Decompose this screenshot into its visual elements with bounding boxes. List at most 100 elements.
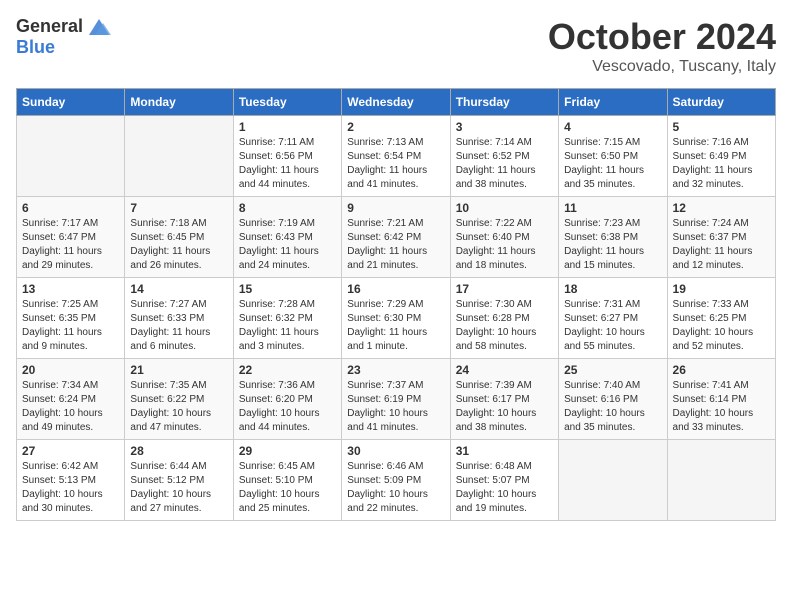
calendar-cell: 10Sunrise: 7:22 AMSunset: 6:40 PMDayligh… <box>450 197 558 278</box>
day-number: 4 <box>564 120 661 134</box>
day-info: Sunrise: 7:13 AMSunset: 6:54 PMDaylight:… <box>347 136 444 192</box>
calendar-header-row: SundayMondayTuesdayWednesdayThursdayFrid… <box>17 89 776 116</box>
logo-icon <box>85 17 113 37</box>
day-number: 7 <box>130 201 227 215</box>
day-number: 23 <box>347 363 444 377</box>
day-number: 26 <box>673 363 770 377</box>
day-info: Sunrise: 7:19 AMSunset: 6:43 PMDaylight:… <box>239 217 336 273</box>
day-header-monday: Monday <box>125 89 233 116</box>
logo: General Blue <box>16 16 113 58</box>
day-info: Sunrise: 7:15 AMSunset: 6:50 PMDaylight:… <box>564 136 661 192</box>
calendar-week-row: 13 Sunrise: 7:25 AMSunset: 6:35 PMDayligh… <box>17 278 776 359</box>
day-info: Sunrise: 7:16 AMSunset: 6:49 PMDaylight:… <box>673 136 770 192</box>
day-info: Sunrise: 7:30 AMSunset: 6:28 PMDaylight:… <box>456 298 553 354</box>
day-number: 17 <box>456 282 553 296</box>
calendar-week-row: 1 Sunrise: 7:11 AMSunset: 6:56 PMDaylight… <box>17 116 776 197</box>
day-number: 14 <box>130 282 227 296</box>
day-info: Sunrise: 7:31 AMSunset: 6:27 PMDaylight:… <box>564 298 661 354</box>
calendar-cell: 19Sunrise: 7:33 AMSunset: 6:25 PMDayligh… <box>667 278 775 359</box>
day-info: Sunrise: 7:24 AMSunset: 6:37 PMDaylight:… <box>673 217 770 273</box>
calendar-table: SundayMondayTuesdayWednesdayThursdayFrid… <box>16 88 776 521</box>
calendar-cell: 22 Sunrise: 7:36 AMSunset: 6:20 PMDayligh… <box>233 359 341 440</box>
day-info: Sunrise: 7:11 AMSunset: 6:56 PMDaylight:… <box>239 136 336 192</box>
day-info: Sunrise: 6:46 AMSunset: 5:09 PMDaylight:… <box>347 460 444 516</box>
day-info: Sunrise: 7:23 AMSunset: 6:38 PMDaylight:… <box>564 217 661 273</box>
calendar-cell: 9 Sunrise: 7:21 AMSunset: 6:42 PMDaylight… <box>342 197 450 278</box>
calendar-cell: 4 Sunrise: 7:15 AMSunset: 6:50 PMDaylight… <box>559 116 667 197</box>
month-title: October 2024 <box>548 16 776 58</box>
day-number: 25 <box>564 363 661 377</box>
title-block: October 2024 Vescovado, Tuscany, Italy <box>548 16 776 76</box>
calendar-cell: 31Sunrise: 6:48 AMSunset: 5:07 PMDayligh… <box>450 440 558 521</box>
day-number: 18 <box>564 282 661 296</box>
day-info: Sunrise: 7:40 AMSunset: 6:16 PMDaylight:… <box>564 379 661 435</box>
day-number: 10 <box>456 201 553 215</box>
day-info: Sunrise: 7:25 AMSunset: 6:35 PMDaylight:… <box>22 298 119 354</box>
logo-general-text: General <box>16 16 83 37</box>
calendar-cell: 16Sunrise: 7:29 AMSunset: 6:30 PMDayligh… <box>342 278 450 359</box>
day-number: 30 <box>347 444 444 458</box>
day-info: Sunrise: 7:41 AMSunset: 6:14 PMDaylight:… <box>673 379 770 435</box>
day-number: 11 <box>564 201 661 215</box>
day-info: Sunrise: 7:34 AMSunset: 6:24 PMDaylight:… <box>22 379 119 435</box>
day-number: 22 <box>239 363 336 377</box>
day-header-wednesday: Wednesday <box>342 89 450 116</box>
day-number: 1 <box>239 120 336 134</box>
calendar-cell: 15Sunrise: 7:28 AMSunset: 6:32 PMDayligh… <box>233 278 341 359</box>
day-info: Sunrise: 7:27 AMSunset: 6:33 PMDaylight:… <box>130 298 227 354</box>
day-info: Sunrise: 7:36 AMSunset: 6:20 PMDaylight:… <box>239 379 336 435</box>
day-info: Sunrise: 7:35 AMSunset: 6:22 PMDaylight:… <box>130 379 227 435</box>
calendar-cell: 27Sunrise: 6:42 AMSunset: 5:13 PMDayligh… <box>17 440 125 521</box>
day-number: 9 <box>347 201 444 215</box>
calendar-cell: 14 Sunrise: 7:27 AMSunset: 6:33 PMDayligh… <box>125 278 233 359</box>
day-info: Sunrise: 7:18 AMSunset: 6:45 PMDaylight:… <box>130 217 227 273</box>
day-number: 2 <box>347 120 444 134</box>
day-number: 16 <box>347 282 444 296</box>
calendar-cell: 11 Sunrise: 7:23 AMSunset: 6:38 PMDayligh… <box>559 197 667 278</box>
calendar-cell: 1 Sunrise: 7:11 AMSunset: 6:56 PMDaylight… <box>233 116 341 197</box>
calendar-cell: 18 Sunrise: 7:31 AMSunset: 6:27 PMDayligh… <box>559 278 667 359</box>
calendar-cell: 8 Sunrise: 7:19 AMSunset: 6:43 PMDaylight… <box>233 197 341 278</box>
calendar-cell: 29 Sunrise: 6:45 AMSunset: 5:10 PMDayligh… <box>233 440 341 521</box>
calendar-cell: 28Sunrise: 6:44 AMSunset: 5:12 PMDayligh… <box>125 440 233 521</box>
calendar-cell: 17 Sunrise: 7:30 AMSunset: 6:28 PMDayligh… <box>450 278 558 359</box>
calendar-cell: 6Sunrise: 7:17 AMSunset: 6:47 PMDaylight… <box>17 197 125 278</box>
day-number: 5 <box>673 120 770 134</box>
day-header-sunday: Sunday <box>17 89 125 116</box>
day-number: 15 <box>239 282 336 296</box>
calendar-cell: 23 Sunrise: 7:37 AMSunset: 6:19 PMDayligh… <box>342 359 450 440</box>
day-info: Sunrise: 7:37 AMSunset: 6:19 PMDaylight:… <box>347 379 444 435</box>
location: Vescovado, Tuscany, Italy <box>548 58 776 76</box>
day-number: 13 <box>22 282 119 296</box>
day-number: 6 <box>22 201 119 215</box>
day-number: 24 <box>456 363 553 377</box>
day-header-friday: Friday <box>559 89 667 116</box>
day-number: 19 <box>673 282 770 296</box>
day-number: 3 <box>456 120 553 134</box>
calendar-cell: 30 Sunrise: 6:46 AMSunset: 5:09 PMDayligh… <box>342 440 450 521</box>
calendar-cell: 25 Sunrise: 7:40 AMSunset: 6:16 PMDayligh… <box>559 359 667 440</box>
calendar-cell: 5 Sunrise: 7:16 AMSunset: 6:49 PMDaylight… <box>667 116 775 197</box>
day-info: Sunrise: 7:39 AMSunset: 6:17 PMDaylight:… <box>456 379 553 435</box>
page-header: General Blue October 2024 Vescovado, Tus… <box>16 16 776 76</box>
day-number: 29 <box>239 444 336 458</box>
calendar-cell: 7 Sunrise: 7:18 AMSunset: 6:45 PMDaylight… <box>125 197 233 278</box>
calendar-week-row: 20Sunrise: 7:34 AMSunset: 6:24 PMDayligh… <box>17 359 776 440</box>
calendar-cell <box>559 440 667 521</box>
calendar-cell: 24 Sunrise: 7:39 AMSunset: 6:17 PMDayligh… <box>450 359 558 440</box>
day-info: Sunrise: 7:21 AMSunset: 6:42 PMDaylight:… <box>347 217 444 273</box>
calendar-cell <box>667 440 775 521</box>
calendar-cell: 26 Sunrise: 7:41 AMSunset: 6:14 PMDayligh… <box>667 359 775 440</box>
day-info: Sunrise: 7:14 AMSunset: 6:52 PMDaylight:… <box>456 136 553 192</box>
calendar-cell: 20Sunrise: 7:34 AMSunset: 6:24 PMDayligh… <box>17 359 125 440</box>
day-number: 8 <box>239 201 336 215</box>
calendar-cell: 3 Sunrise: 7:14 AMSunset: 6:52 PMDaylight… <box>450 116 558 197</box>
calendar-cell: 12Sunrise: 7:24 AMSunset: 6:37 PMDayligh… <box>667 197 775 278</box>
day-number: 28 <box>130 444 227 458</box>
day-info: Sunrise: 6:45 AMSunset: 5:10 PMDaylight:… <box>239 460 336 516</box>
calendar-cell: 13 Sunrise: 7:25 AMSunset: 6:35 PMDayligh… <box>17 278 125 359</box>
day-header-tuesday: Tuesday <box>233 89 341 116</box>
day-info: Sunrise: 6:42 AMSunset: 5:13 PMDaylight:… <box>22 460 119 516</box>
calendar-cell: 2 Sunrise: 7:13 AMSunset: 6:54 PMDaylight… <box>342 116 450 197</box>
calendar-cell: 21Sunrise: 7:35 AMSunset: 6:22 PMDayligh… <box>125 359 233 440</box>
